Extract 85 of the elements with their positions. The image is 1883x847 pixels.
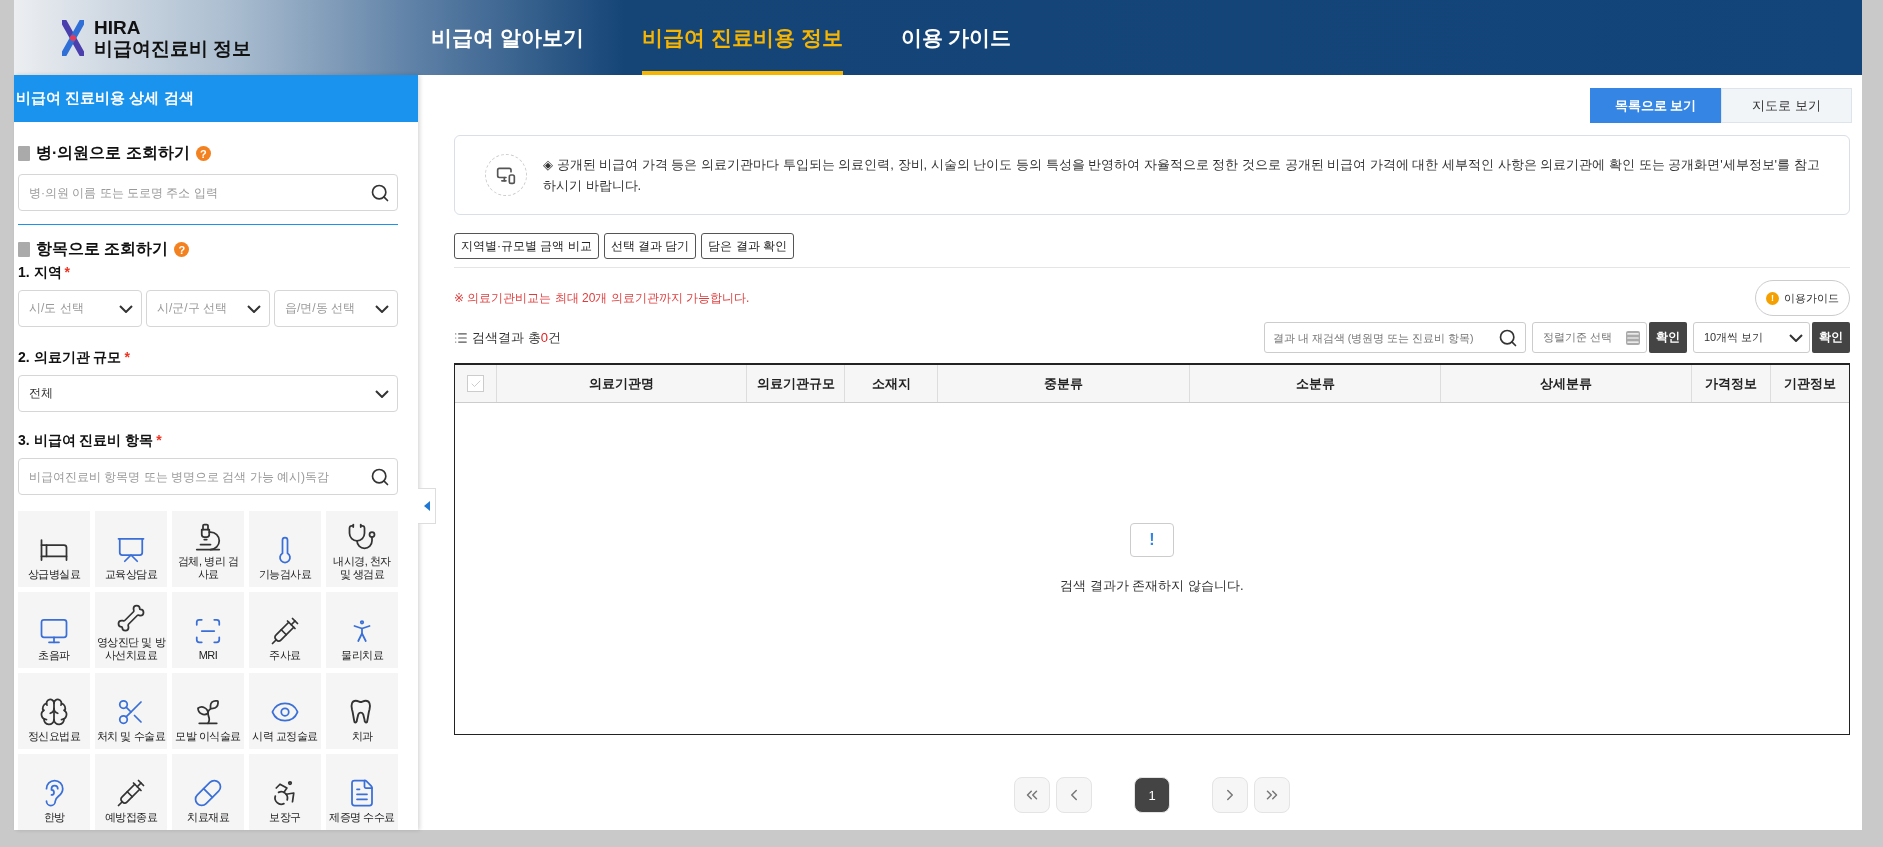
- next-page-button[interactable]: [1212, 777, 1248, 813]
- category-tile[interactable]: 초음파: [18, 592, 90, 668]
- logo-subtitle: 비급여진료비 정보: [94, 37, 252, 59]
- category-tile[interactable]: 치료재료: [172, 754, 244, 830]
- category-tile[interactable]: 내시경, 천자 및 생검료: [326, 511, 398, 587]
- view-tab[interactable]: 목록으로 보기: [1590, 88, 1721, 123]
- section-title: 항목으로 조회하기: [36, 239, 169, 259]
- column-header: 의료기관명: [496, 365, 746, 402]
- search-icon[interactable]: [370, 182, 390, 203]
- field-label: 1. 지역 *: [18, 264, 72, 282]
- triangle-left-icon: [423, 501, 430, 511]
- nav-tab[interactable]: 이용 가이드: [900, 0, 1012, 75]
- category-tile[interactable]: 정신요법료: [18, 673, 90, 749]
- logo-title: HIRA: [94, 16, 142, 38]
- result-count: 검색결과 총0건: [472, 328, 561, 347]
- sort-select[interactable]: 정렬기준 선택: [1532, 322, 1647, 353]
- previous-page-button[interactable]: [1056, 777, 1092, 813]
- bone-icon: [116, 603, 146, 633]
- category-tile[interactable]: 기능검사료: [249, 511, 321, 587]
- action-button[interactable]: 지역별·규모별 금액 비교: [454, 233, 599, 259]
- column-header: 소분류: [1189, 365, 1440, 402]
- page-size-select[interactable]: 10개씩 보기: [1693, 322, 1810, 353]
- nav-tab[interactable]: 비급여 알아보기: [431, 0, 584, 75]
- presentation-icon: [116, 535, 146, 565]
- column-header: 가격정보: [1691, 365, 1770, 402]
- action-button[interactable]: 담은 결과 확인: [701, 233, 794, 259]
- category-tile[interactable]: 한방: [18, 754, 90, 830]
- limit-notice: ※ 의료기관비교는 최대 20개 의료기관까지 가능합니다.: [454, 289, 750, 307]
- column-header: 중분류: [937, 365, 1189, 402]
- category-tile[interactable]: 물리치료: [326, 592, 398, 668]
- category-tile[interactable]: 시력 교정술료: [249, 673, 321, 749]
- sidebar-title: 비급여 진료비용 상세 검색: [14, 75, 418, 122]
- category-tile[interactable]: 치과: [326, 673, 398, 749]
- column-header: 소재지: [844, 365, 937, 402]
- chevron-down-icon: [247, 304, 261, 313]
- alert-icon: !: [1130, 522, 1174, 557]
- first-page-button[interactable]: [1014, 777, 1050, 813]
- category-tile[interactable]: 검체, 병리 검사료: [172, 511, 244, 587]
- hospital-search-field[interactable]: 병·의원 이름 또는 도로명 주소 입력: [18, 174, 398, 211]
- monitor-icon: [496, 165, 516, 185]
- category-tile[interactable]: 모발 이식술료: [172, 673, 244, 749]
- syringe-icon: [116, 778, 146, 808]
- monitor-icon: [39, 616, 69, 646]
- select-all-checkbox[interactable]: [467, 375, 484, 392]
- brain-icon: [39, 697, 69, 727]
- section-title: 병·의원으로 조회하기: [36, 143, 190, 163]
- chevron-down-icon: [375, 389, 389, 398]
- category-tile[interactable]: MRI: [172, 592, 244, 668]
- last-page-button[interactable]: [1254, 777, 1290, 813]
- category-tile[interactable]: 영상진단 및 방사선치료료: [95, 592, 167, 668]
- column-header: 기관정보: [1770, 365, 1849, 402]
- collapse-button[interactable]: [418, 488, 436, 524]
- action-button[interactable]: 선택 결과 담기: [603, 233, 697, 259]
- chevron-down-icon: [119, 304, 133, 313]
- category-tile[interactable]: 교육상담료: [95, 511, 167, 587]
- logo-icon: [62, 19, 84, 56]
- category-tile[interactable]: 보장구: [249, 754, 321, 830]
- category-tile[interactable]: 제증명 수수료: [326, 754, 398, 830]
- syringe-icon: [270, 616, 300, 646]
- category-tile[interactable]: 주사료: [249, 592, 321, 668]
- column-header: 상세분류: [1440, 365, 1691, 402]
- empty-message: 검색 결과가 존재하지 않습니다.: [1060, 576, 1244, 595]
- pill-icon: [193, 778, 223, 808]
- category-tile[interactable]: 처치 및 수술료: [95, 673, 167, 749]
- column-header: 의료기관규모: [746, 365, 844, 402]
- category-tile[interactable]: 상급병실료: [18, 511, 90, 587]
- category-tile[interactable]: 예방접종료: [95, 754, 167, 830]
- page-button[interactable]: 1: [1134, 777, 1170, 813]
- search-icon[interactable]: [370, 466, 390, 487]
- scale-select[interactable]: 전체: [18, 375, 398, 412]
- re-search-field[interactable]: 결과 내 재검색 (병원명 또는 진료비 항목): [1264, 322, 1526, 353]
- confirm-button[interactable]: 확인: [1649, 322, 1687, 353]
- confirm-button[interactable]: 확인: [1812, 322, 1850, 353]
- field-label: 3. 비급여 진료비 항목 *: [18, 432, 163, 450]
- item-search-field[interactable]: 비급여진료비 항목명 또는 병명으로 검색 가능 예시)독감: [18, 458, 398, 495]
- field-label: 2. 의료기관 규모 *: [18, 349, 131, 367]
- guide-button[interactable]: ! 이용가이드: [1755, 280, 1850, 316]
- notice-text: ◈ 공개된 비급여 가격 등은 의료기관마다 투입되는 의료인력, 장비, 시술의 난이도 등의 특성을 반영하여 자율적으로 정한 것으로 공개된 비급여 가격에 대한 세부적인 사항은 의료기관에 확인 또는 공개화면'세부정보'를 참고하시기 바랍니다.: [543, 156, 1821, 195]
- chevron-down-icon: [375, 304, 389, 313]
- view-tab[interactable]: 지도로 보기: [1721, 88, 1852, 123]
- scan-icon: [193, 616, 223, 646]
- search-icon[interactable]: [1498, 327, 1518, 348]
- chevron-down-icon: [1789, 333, 1803, 342]
- stethoscope-icon: [347, 522, 377, 552]
- microscope-icon: [193, 522, 223, 552]
